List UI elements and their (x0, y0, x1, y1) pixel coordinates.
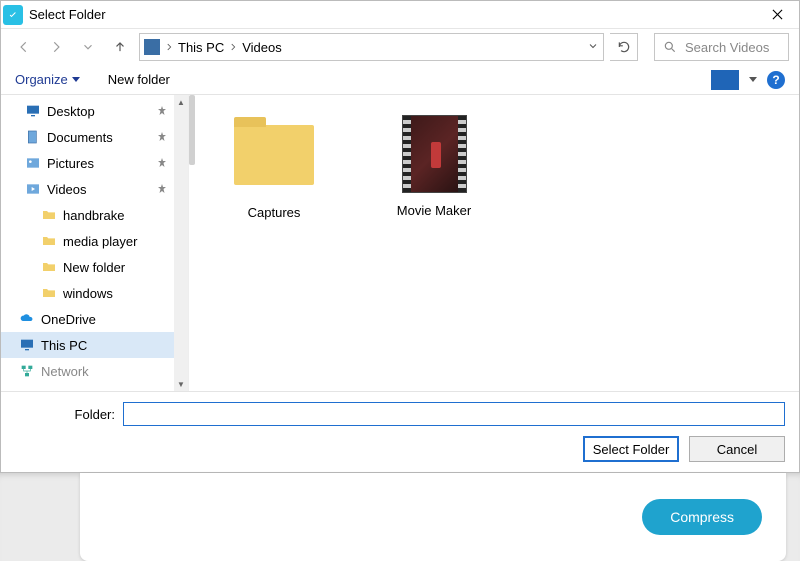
tree-item-thispc[interactable]: This PC (1, 332, 188, 358)
close-button[interactable] (757, 2, 797, 28)
window-title: Select Folder (29, 7, 106, 22)
chevron-right-icon (164, 42, 174, 52)
path-dropdown-icon[interactable] (587, 40, 599, 55)
pin-icon (156, 183, 168, 195)
path-root-icon (144, 39, 160, 55)
scroll-down-button[interactable]: ▼ (174, 377, 188, 391)
back-button[interactable] (11, 34, 37, 60)
bottom-panel: Folder: Select Folder Cancel (1, 391, 799, 474)
refresh-button[interactable] (610, 33, 638, 61)
chevron-down-icon (72, 77, 80, 82)
folder-icon (234, 125, 314, 195)
select-folder-button[interactable]: Select Folder (583, 436, 679, 462)
folder-icon (41, 207, 57, 223)
folder-icon (41, 233, 57, 249)
tree-item-newfolder[interactable]: New folder (1, 254, 188, 280)
chevron-right-icon (228, 42, 238, 52)
tree-item-windows[interactable]: windows (1, 280, 188, 306)
pin-icon (156, 131, 168, 143)
desktop-icon (25, 103, 41, 119)
parent-window-strip: Compress (0, 473, 800, 561)
main-area: ▲ ▼ Desktop Documents Pictures Videos ha… (1, 95, 799, 391)
videos-icon (25, 181, 41, 197)
breadcrumb-path[interactable]: This PC Videos (139, 33, 604, 61)
app-icon (3, 5, 23, 25)
folder-label: Movie Maker (379, 203, 489, 218)
movie-thumb-icon (402, 115, 467, 193)
view-dropdown-icon[interactable] (749, 77, 757, 82)
tree-item-desktop[interactable]: Desktop (1, 98, 188, 124)
tree-item-handbrake[interactable]: handbrake (1, 202, 188, 228)
documents-icon (25, 129, 41, 145)
pictures-icon (25, 155, 41, 171)
titlebar: Select Folder (1, 1, 799, 29)
tree-item-documents[interactable]: Documents (1, 124, 188, 150)
pin-icon (156, 105, 168, 117)
folder-name-input[interactable] (123, 402, 785, 426)
network-icon (19, 363, 35, 379)
folder-captures[interactable]: Captures (219, 115, 329, 220)
nav-row: This PC Videos Search Videos (1, 29, 799, 65)
new-folder-button[interactable]: New folder (108, 72, 170, 87)
cancel-button[interactable]: Cancel (689, 436, 785, 462)
search-input[interactable]: Search Videos (654, 33, 789, 61)
scrollbar[interactable] (174, 109, 188, 377)
search-icon (663, 40, 677, 54)
onedrive-icon (19, 311, 35, 327)
folder-content[interactable]: Captures Movie Maker (189, 95, 799, 391)
thispc-icon (19, 337, 35, 353)
folder-moviemaker[interactable]: Movie Maker (379, 115, 489, 218)
compress-button[interactable]: Compress (642, 499, 762, 535)
parent-panel: Compress (80, 473, 786, 561)
view-mode-button[interactable] (711, 70, 739, 90)
organize-label: Organize (15, 72, 68, 87)
forward-button[interactable] (43, 34, 69, 60)
folder-icon (41, 259, 57, 275)
up-button[interactable] (107, 34, 133, 60)
tree-item-mediaplayer[interactable]: media player (1, 228, 188, 254)
folder-icon (41, 285, 57, 301)
select-folder-dialog: Select Folder This PC Videos Search Vide… (0, 0, 800, 473)
tree-item-onedrive[interactable]: OneDrive (1, 306, 188, 332)
toolbar: Organize New folder ? (1, 65, 799, 95)
recent-dropdown[interactable] (75, 34, 101, 60)
folder-field-label: Folder: (15, 407, 115, 422)
folder-label: Captures (219, 205, 329, 220)
search-placeholder: Search Videos (685, 40, 769, 55)
pin-icon (156, 157, 168, 169)
organize-menu[interactable]: Organize (15, 72, 80, 87)
tree-item-videos[interactable]: Videos (1, 176, 188, 202)
nav-tree: ▲ ▼ Desktop Documents Pictures Videos ha… (1, 95, 189, 391)
help-button[interactable]: ? (767, 71, 785, 89)
path-seg-thispc[interactable]: This PC (174, 40, 228, 55)
tree-item-pictures[interactable]: Pictures (1, 150, 188, 176)
path-seg-videos[interactable]: Videos (238, 40, 286, 55)
content-scrollbar[interactable] (189, 95, 195, 165)
scroll-up-button[interactable]: ▲ (174, 95, 188, 109)
tree-item-network[interactable]: Network (1, 358, 188, 384)
